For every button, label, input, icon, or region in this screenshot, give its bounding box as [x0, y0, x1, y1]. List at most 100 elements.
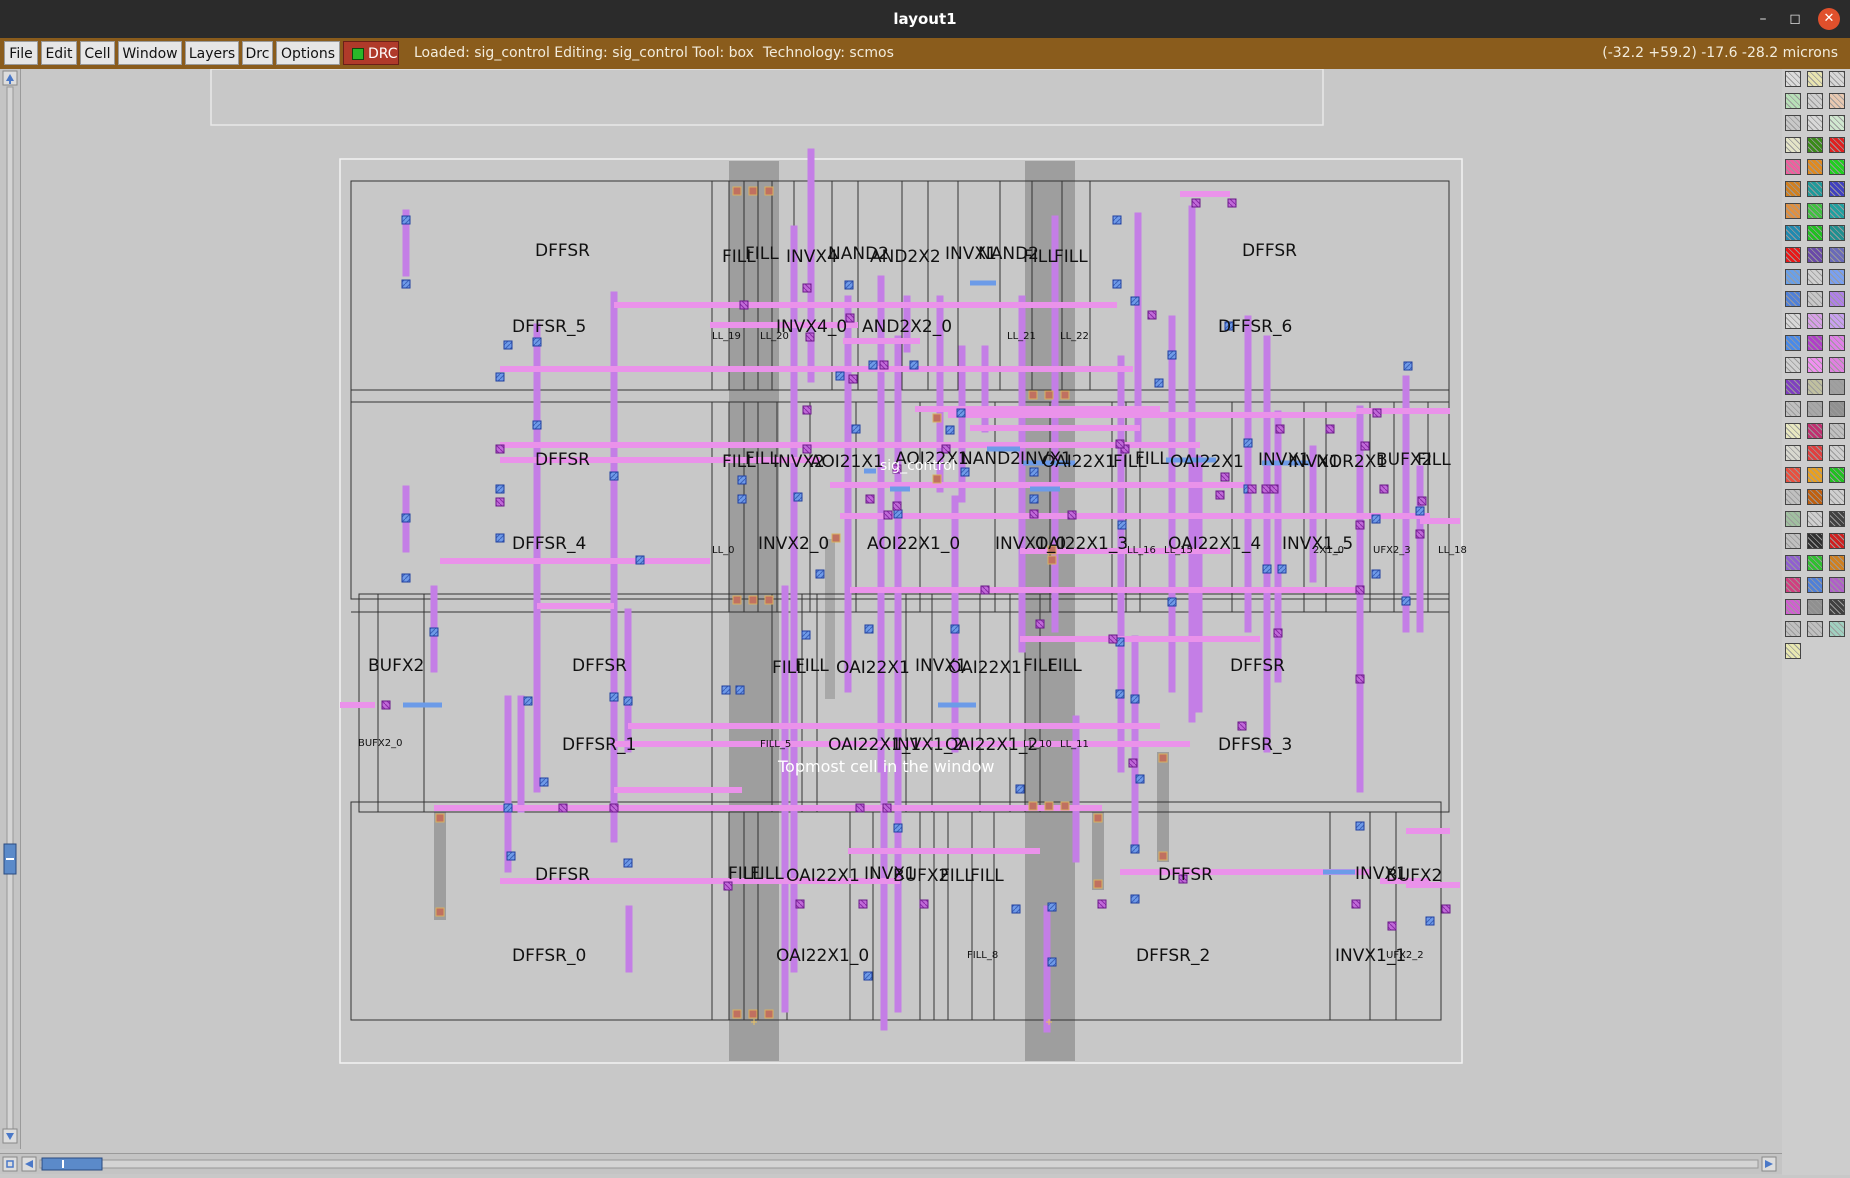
- layer-swatch[interactable]: [1829, 247, 1845, 263]
- layer-swatch[interactable]: [1785, 71, 1801, 87]
- layer-swatch[interactable]: [1785, 269, 1801, 285]
- vertical-scrollbar[interactable]: [0, 69, 21, 1149]
- horizontal-scroll-thumb[interactable]: [41, 1157, 103, 1171]
- layer-swatch[interactable]: [1829, 115, 1845, 131]
- menu-edit[interactable]: Edit: [41, 41, 77, 65]
- menu-file[interactable]: File: [4, 41, 38, 65]
- layer-swatch[interactable]: [1807, 335, 1823, 351]
- layer-swatch[interactable]: [1785, 225, 1801, 241]
- upper-cell-bbox: [210, 68, 1324, 126]
- layer-swatch[interactable]: [1785, 445, 1801, 461]
- minimize-icon[interactable]: –: [1752, 8, 1774, 30]
- layer-swatch[interactable]: [1829, 599, 1845, 615]
- row-label: DFFSR: [1158, 865, 1213, 885]
- layer-swatch[interactable]: [1785, 137, 1801, 153]
- layer-swatch[interactable]: [1829, 533, 1845, 549]
- layer-palette[interactable]: [1782, 69, 1850, 1175]
- layer-swatch[interactable]: [1785, 379, 1801, 395]
- layer-swatch[interactable]: [1785, 291, 1801, 307]
- layer-swatch[interactable]: [1829, 445, 1845, 461]
- layer-swatch[interactable]: [1829, 93, 1845, 109]
- layer-swatch[interactable]: [1785, 115, 1801, 131]
- layer-swatch[interactable]: [1829, 269, 1845, 285]
- layer-swatch[interactable]: [1785, 159, 1801, 175]
- layer-swatch[interactable]: [1829, 313, 1845, 329]
- layer-swatch[interactable]: [1829, 467, 1845, 483]
- layer-swatch[interactable]: [1807, 577, 1823, 593]
- close-icon[interactable]: ✕: [1818, 8, 1840, 30]
- layer-swatch[interactable]: [1785, 467, 1801, 483]
- layer-swatch[interactable]: [1807, 357, 1823, 373]
- layout-canvas[interactable]: DFFSR DFFSR_5 DFFSR DFFSR_6 DFFSR DFFSR_…: [20, 68, 1782, 1157]
- layer-swatch[interactable]: [1807, 93, 1823, 109]
- layer-swatch[interactable]: [1829, 335, 1845, 351]
- drc-toggle-button[interactable]: DRC: [343, 41, 399, 65]
- layer-swatch[interactable]: [1785, 599, 1801, 615]
- layer-swatch[interactable]: [1829, 181, 1845, 197]
- layer-swatch[interactable]: [1785, 93, 1801, 109]
- layer-swatch[interactable]: [1807, 159, 1823, 175]
- layer-swatch[interactable]: [1785, 357, 1801, 373]
- layer-swatch[interactable]: [1785, 643, 1801, 659]
- layer-swatch[interactable]: [1829, 577, 1845, 593]
- layer-swatch[interactable]: [1807, 115, 1823, 131]
- layer-swatch[interactable]: [1829, 555, 1845, 571]
- layer-swatch[interactable]: [1785, 181, 1801, 197]
- layer-swatch[interactable]: [1807, 225, 1823, 241]
- layer-swatch[interactable]: [1829, 291, 1845, 307]
- menu-layers[interactable]: Layers: [185, 41, 239, 65]
- layer-swatch[interactable]: [1829, 401, 1845, 417]
- layer-swatch[interactable]: [1807, 555, 1823, 571]
- layer-swatch[interactable]: [1785, 203, 1801, 219]
- layer-swatch[interactable]: [1807, 137, 1823, 153]
- layer-swatch[interactable]: [1785, 533, 1801, 549]
- layer-swatch[interactable]: [1807, 379, 1823, 395]
- layer-swatch[interactable]: [1807, 71, 1823, 87]
- layer-swatch[interactable]: [1785, 423, 1801, 439]
- layer-swatch[interactable]: [1829, 225, 1845, 241]
- layer-swatch[interactable]: [1807, 269, 1823, 285]
- layer-swatch[interactable]: [1829, 489, 1845, 505]
- layer-swatch[interactable]: [1807, 247, 1823, 263]
- layer-swatch[interactable]: [1785, 555, 1801, 571]
- menu-window[interactable]: Window: [118, 41, 182, 65]
- cell-instance: OAI22X1_3: [1035, 534, 1128, 554]
- layer-swatch[interactable]: [1785, 335, 1801, 351]
- layer-swatch[interactable]: [1807, 533, 1823, 549]
- layer-swatch[interactable]: [1807, 599, 1823, 615]
- layer-swatch[interactable]: [1829, 71, 1845, 87]
- menu-options[interactable]: Options: [276, 41, 340, 65]
- layer-swatch[interactable]: [1785, 489, 1801, 505]
- layer-swatch[interactable]: [1807, 511, 1823, 527]
- layer-swatch[interactable]: [1785, 621, 1801, 637]
- layer-swatch[interactable]: [1829, 357, 1845, 373]
- layer-swatch[interactable]: [1829, 621, 1845, 637]
- layer-swatch[interactable]: [1829, 203, 1845, 219]
- layer-swatch[interactable]: [1807, 203, 1823, 219]
- layer-swatch[interactable]: [1807, 291, 1823, 307]
- layer-swatch[interactable]: [1829, 379, 1845, 395]
- menu-cell[interactable]: Cell: [80, 41, 115, 65]
- layout-svg[interactable]: DFFSR DFFSR_5 DFFSR DFFSR_6 DFFSR DFFSR_…: [20, 68, 1782, 1153]
- layer-swatch[interactable]: [1807, 181, 1823, 197]
- layer-swatch[interactable]: [1785, 511, 1801, 527]
- layer-swatch[interactable]: [1829, 423, 1845, 439]
- layer-swatch[interactable]: [1785, 577, 1801, 593]
- layer-swatch[interactable]: [1807, 467, 1823, 483]
- layer-swatch[interactable]: [1807, 445, 1823, 461]
- maximize-icon[interactable]: ◻: [1784, 8, 1806, 30]
- layer-swatch[interactable]: [1807, 313, 1823, 329]
- layer-swatch[interactable]: [1829, 511, 1845, 527]
- menu-drc[interactable]: Drc: [242, 41, 273, 65]
- layer-swatch[interactable]: [1785, 313, 1801, 329]
- layer-swatch[interactable]: [1807, 621, 1823, 637]
- layer-swatch[interactable]: [1785, 401, 1801, 417]
- cell-label: OAI22X1: [786, 866, 860, 886]
- layer-swatch[interactable]: [1829, 137, 1845, 153]
- layer-swatch[interactable]: [1807, 401, 1823, 417]
- layer-swatch[interactable]: [1785, 247, 1801, 263]
- layer-swatch[interactable]: [1807, 423, 1823, 439]
- layer-swatch[interactable]: [1829, 159, 1845, 175]
- scroll-home-icon[interactable]: [2, 1156, 18, 1172]
- layer-swatch[interactable]: [1807, 489, 1823, 505]
